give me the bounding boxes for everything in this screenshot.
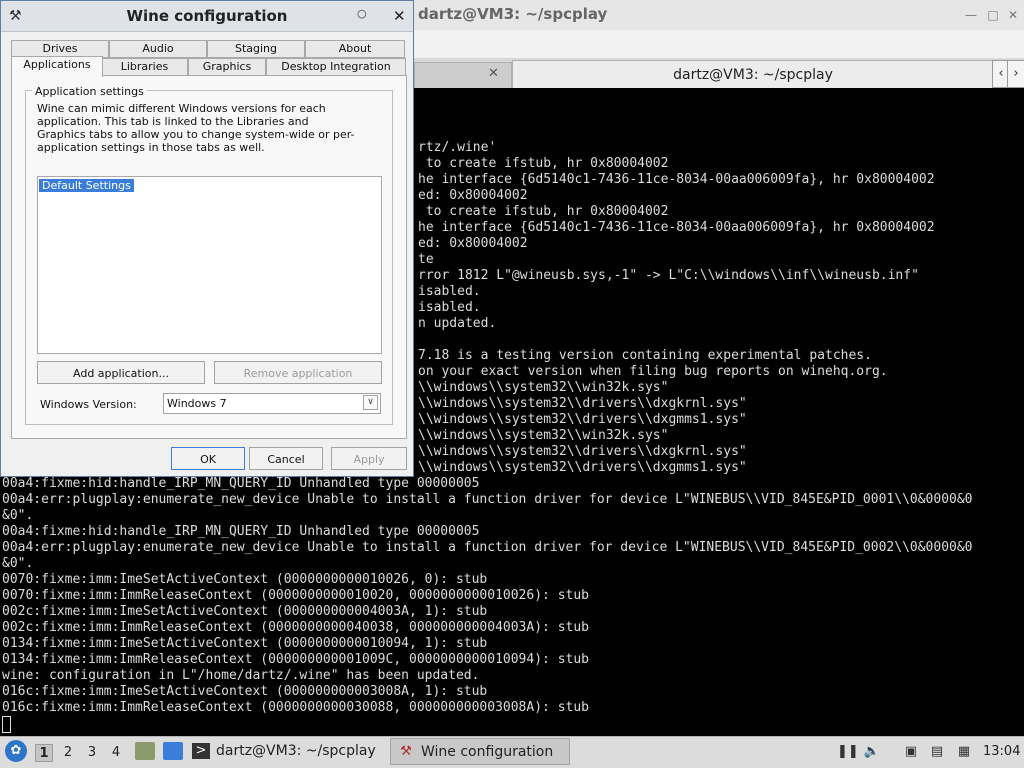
terminal-line: isabled. — [418, 284, 481, 299]
terminal-line: n updated. — [418, 316, 497, 331]
terminal-line: \\windows\\system32\\drivers\\dxgkrnl.sy… — [418, 396, 747, 411]
terminal-line: he interface {6d5140c1-7436-11ce-8034-00… — [418, 172, 935, 187]
wine-glass-icon: ⚒ — [400, 744, 412, 759]
terminal-line: on your exact version when filing bug re… — [418, 364, 888, 379]
workspace-2[interactable]: 2 — [59, 744, 77, 762]
terminal-line: to create ifstub, hr 0x80004002 — [418, 204, 669, 219]
dialog-close-icon[interactable]: ✕ — [393, 7, 406, 25]
terminal-line: \\windows\\system32\\drivers\\dxgmms1.sy… — [418, 460, 747, 475]
file-manager-icon[interactable] — [135, 742, 155, 760]
terminal-line: \\windows\\system32\\drivers\\dxgkrnl.sy… — [418, 444, 747, 459]
tab-desktop-integration[interactable]: Desktop Integration — [266, 58, 406, 76]
terminal-line: he interface {6d5140c1-7436-11ce-8034-00… — [418, 220, 935, 235]
tab-libraries[interactable]: Libraries — [101, 58, 188, 76]
terminal-line: 00a4:err:plugplay:enumerate_new_device U… — [2, 540, 973, 555]
taskbar-item-label: dartz@VM3: ~/spcplay — [216, 743, 376, 759]
tab-graphics[interactable]: Graphics — [188, 58, 266, 76]
group-title: Application settings — [32, 85, 147, 98]
clipboard-icon[interactable]: ▣ — [902, 743, 920, 761]
apply-button[interactable]: Apply — [331, 447, 407, 470]
terminal-line: 0134:fixme:imm:ImmReleaseContext (000000… — [2, 652, 589, 667]
network-icon[interactable]: ▦ — [955, 743, 973, 761]
terminal-line: 0134:fixme:imm:ImeSetActiveContext (0000… — [2, 636, 488, 651]
dialog-title: Wine configuration — [126, 7, 288, 25]
ok-button[interactable]: OK — [171, 447, 245, 470]
workspace-4[interactable]: 4 — [107, 744, 125, 762]
add-application-button[interactable]: Add application... — [37, 361, 205, 384]
terminal-tab-label: dartz@VM3: ~/spcplay — [673, 67, 833, 83]
terminal-line: 00a4:err:plugplay:enumerate_new_device U… — [2, 492, 973, 507]
terminal-line: 016c:fixme:imm:ImmReleaseContext (000000… — [2, 700, 589, 715]
terminal-line: 002c:fixme:imm:ImmReleaseContext (000000… — [2, 620, 589, 635]
terminal-tab-active[interactable]: dartz@VM3: ~/spcplay — [512, 60, 994, 89]
terminal-line: \\windows\\system32\\win32k.sys" — [418, 428, 669, 443]
terminal-line: 7.18 is a testing version containing exp… — [418, 348, 872, 363]
terminal-line: ed: 0x80004002 — [418, 188, 528, 203]
maximize-icon[interactable]: □ — [986, 8, 1000, 22]
pin-icon[interactable]: ○ — [357, 7, 369, 20]
show-desktop-icon[interactable] — [163, 742, 183, 760]
list-item[interactable]: Default Settings — [38, 178, 135, 193]
taskbar-item-wine-config[interactable]: ⚒ Wine configuration — [390, 738, 570, 765]
start-menu-icon[interactable]: ✿ — [5, 740, 27, 762]
terminal-title: dartz@VM3: ~/spcplay — [418, 5, 608, 23]
tab-scroll-right-icon[interactable]: › — [1007, 60, 1024, 88]
applications-list[interactable] — [37, 176, 382, 354]
wine-config-dialog: ⚒ Wine configuration ○ ✕ Drives Audio St… — [0, 0, 414, 477]
terminal-line: 0070:fixme:imm:ImeSetActiveContext (0000… — [2, 572, 488, 587]
terminal-line: \\windows\\system32\\drivers\\dxgmms1.sy… — [418, 412, 747, 427]
pause-icon[interactable]: ❚❚ — [837, 743, 859, 761]
workspace-1[interactable]: 1 — [35, 744, 53, 762]
terminal-line: rtz/.wine' — [418, 140, 497, 155]
windows-version-label: Windows Version: — [40, 398, 137, 411]
chevron-down-icon[interactable]: ∨ — [363, 395, 378, 410]
volume-icon[interactable]: 🔈 — [863, 743, 881, 761]
cancel-button[interactable]: Cancel — [249, 447, 323, 470]
terminal-line: isabled. — [418, 300, 481, 315]
terminal-line: to create ifstub, hr 0x80004002 — [418, 156, 669, 171]
windows-version-value: Windows 7 — [167, 397, 227, 410]
terminal-line: &0". — [2, 508, 34, 523]
terminal-line: &0". — [2, 556, 34, 571]
terminal-line: wine: configuration in L"/home/dartz/.wi… — [2, 668, 480, 683]
tab-staging[interactable]: Staging — [207, 40, 305, 58]
dialog-titlebar[interactable]: ⚒ Wine configuration ○ ✕ — [1, 1, 413, 32]
tab-applications[interactable]: Applications — [11, 56, 103, 77]
remove-application-button[interactable]: Remove application — [214, 361, 382, 384]
tab-close-icon[interactable]: ✕ — [488, 66, 499, 81]
terminal-line: \\windows\\system32\\win32k.sys" — [418, 380, 669, 395]
close-icon[interactable]: ✕ — [1006, 8, 1020, 22]
taskbar-item-label: Wine configuration — [421, 744, 554, 760]
terminal-line: ed: 0x80004002 — [418, 236, 528, 251]
terminal-line: 0070:fixme:imm:ImmReleaseContext (000000… — [2, 588, 589, 603]
clock: 13:04 — [983, 744, 1021, 759]
terminal-line: rror 1812 L"@wineusb.sys,-1" -> L"C:\\wi… — [418, 268, 919, 283]
terminal-line: 00a4:fixme:hid:handle_IRP_MN_QUERY_ID Un… — [2, 524, 480, 539]
terminal-line: 00a4:fixme:hid:handle_IRP_MN_QUERY_ID Un… — [2, 476, 480, 491]
terminal-line: 002c:fixme:imm:ImeSetActiveContext (0000… — [2, 604, 488, 619]
terminal-icon: > — [192, 743, 210, 759]
taskbar-item-terminal[interactable]: > dartz@VM3: ~/spcplay — [192, 738, 382, 765]
tab-about[interactable]: About — [305, 40, 405, 58]
terminal-line: te — [418, 252, 434, 267]
minimize-icon[interactable]: — — [964, 8, 978, 22]
display-icon[interactable]: ▤ — [928, 743, 946, 761]
terminal-line: 016c:fixme:imm:ImeSetActiveContext (0000… — [2, 684, 488, 699]
tab-audio[interactable]: Audio — [109, 40, 207, 58]
description-text: Wine can mimic different Windows version… — [37, 102, 355, 154]
workspace-3[interactable]: 3 — [83, 744, 101, 762]
terminal-cursor — [2, 716, 11, 733]
